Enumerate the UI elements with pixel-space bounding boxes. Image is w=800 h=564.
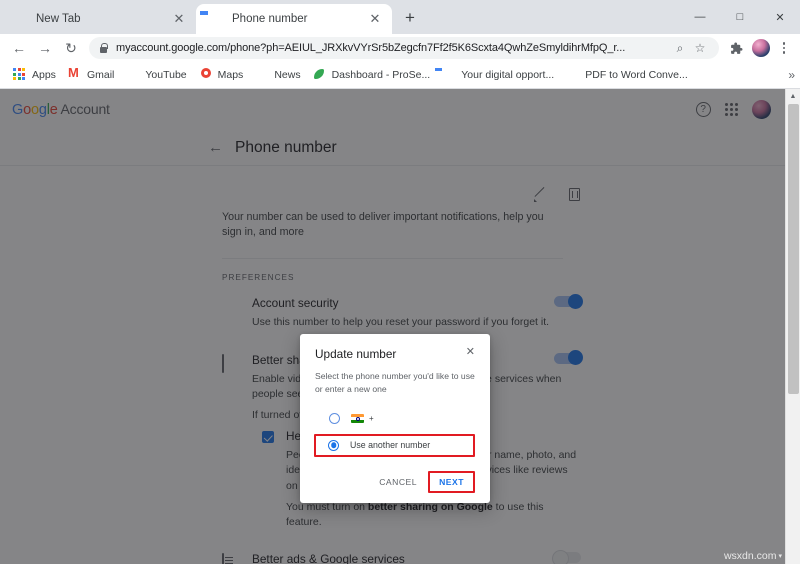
maximize-button[interactable]: □ <box>720 1 760 33</box>
bookmarks-bar: Apps Gmail YouTube Maps News Dashboard -… <box>0 62 800 89</box>
close-icon[interactable]: ✕ <box>463 347 475 358</box>
radio-option-existing-number[interactable]: + <box>315 409 475 428</box>
reload-icon[interactable]: ↻ <box>58 35 84 61</box>
bookmark-label: YouTube <box>145 69 187 81</box>
maps-pin-icon <box>199 68 213 82</box>
bookmark-star-icon[interactable]: ☆ <box>690 41 710 55</box>
new-tab-button[interactable]: + <box>396 4 424 32</box>
radio-icon[interactable] <box>329 412 340 424</box>
close-window-button[interactable]: ✕ <box>760 1 800 33</box>
forward-icon[interactable]: → <box>32 35 58 61</box>
bookmark-news[interactable]: News <box>249 65 306 85</box>
tab-close-icon[interactable]: ✕ <box>170 10 188 28</box>
bookmark-pdf-to-word[interactable]: PDF to Word Conve... <box>560 65 694 85</box>
tab-strip: New Tab ✕ Phone number ✕ + — □ ✕ <box>0 0 800 34</box>
window-controls: — □ ✕ <box>680 0 800 34</box>
chrome-menu-icon[interactable] <box>774 42 794 54</box>
bookmark-dashboard-prose[interactable]: Dashboard - ProSe... <box>307 65 437 85</box>
dialog-subtitle: Select the phone number you'd like to us… <box>315 371 475 394</box>
tab-title: Phone number <box>232 13 308 25</box>
watermark: wsxdn.com ▾ <box>724 550 782 562</box>
pdf-icon <box>566 68 580 82</box>
extensions-puzzle-icon[interactable] <box>724 36 748 60</box>
tab-new-tab[interactable]: New Tab ✕ <box>0 4 196 34</box>
google-g-icon <box>442 68 456 82</box>
tab-close-icon[interactable]: ✕ <box>366 10 384 28</box>
radio-group: + Use another number <box>314 409 475 457</box>
dialog-title: Update number <box>315 347 397 361</box>
bookmark-apps[interactable]: Apps <box>7 65 62 85</box>
page-viewport: Google Account ? ← Phone number Your num… <box>0 89 800 564</box>
radio-icon[interactable] <box>328 439 339 451</box>
back-icon[interactable]: ← <box>6 35 32 61</box>
bookmark-label: Gmail <box>86 69 115 81</box>
page-scrollbar[interactable]: ▲ <box>785 89 800 564</box>
prose-leaf-icon <box>313 68 327 82</box>
bookmark-label: Dashboard - ProSe... <box>331 69 431 81</box>
bookmark-your-digital-opportunity[interactable]: Your digital opport... <box>436 65 560 85</box>
bookmark-label: Your digital opport... <box>461 69 555 81</box>
radio-option-use-another-number[interactable]: Use another number <box>314 433 475 457</box>
search-icon[interactable]: ⌕ <box>670 41 690 56</box>
scrollbar-thumb[interactable] <box>788 104 799 394</box>
update-number-dialog: Update number ✕ Select the phone number … <box>300 334 490 503</box>
gmail-icon <box>68 68 82 82</box>
next-button[interactable]: NEXT <box>430 473 473 491</box>
bookmark-label: Apps <box>32 69 56 81</box>
url-text: myaccount.google.com/phone?ph=AEIUL_JRXk… <box>116 42 626 54</box>
profile-avatar[interactable] <box>752 39 770 57</box>
tab-title: New Tab <box>36 13 81 25</box>
blank-favicon <box>12 11 28 27</box>
country-code-prefix: + <box>369 413 374 423</box>
tab-phone-number[interactable]: Phone number ✕ <box>196 4 392 34</box>
browser-window: New Tab ✕ Phone number ✕ + — □ ✕ ← → ↻ m… <box>0 0 800 564</box>
cancel-button[interactable]: CANCEL <box>372 472 424 492</box>
watermark-caret-icon: ▾ <box>778 553 782 560</box>
bookmark-label: Maps <box>217 69 244 81</box>
bookmark-label: News <box>274 69 301 81</box>
india-flag-icon <box>351 413 364 423</box>
scroll-up-arrow-icon[interactable]: ▲ <box>786 89 800 103</box>
watermark-text: wsxdn.com <box>723 550 777 562</box>
address-bar[interactable]: myaccount.google.com/phone?ph=AEIUL_JRXk… <box>89 37 719 59</box>
youtube-icon <box>126 68 140 82</box>
dialog-actions: CANCEL NEXT <box>315 470 475 493</box>
apps-grid-icon <box>13 68 27 82</box>
bookmark-youtube[interactable]: YouTube <box>120 65 192 85</box>
lock-icon <box>98 43 109 54</box>
dialog-header: Update number ✕ <box>315 347 475 362</box>
bookmarks-overflow-icon[interactable]: » <box>788 68 795 82</box>
browser-toolbar: ← → ↻ myaccount.google.com/phone?ph=AEIU… <box>0 34 800 62</box>
google-g-icon <box>208 11 224 27</box>
bookmark-label: PDF to Word Conve... <box>585 69 688 81</box>
radio-label: Use another number <box>350 440 431 451</box>
minimize-button[interactable]: — <box>680 1 720 33</box>
bookmark-maps[interactable]: Maps <box>193 65 250 85</box>
bookmark-gmail[interactable]: Gmail <box>62 65 120 85</box>
next-button-highlight: NEXT <box>428 470 475 493</box>
news-icon <box>255 68 269 82</box>
